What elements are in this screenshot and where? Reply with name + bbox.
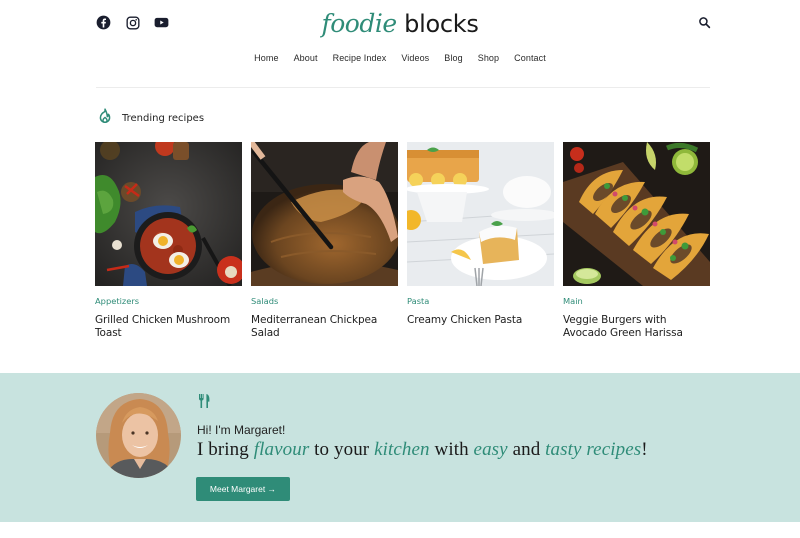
recipe-image-shakshuka[interactable] [95,142,242,286]
recipe-title[interactable]: Mediterranean Chickpea Salad [251,314,398,339]
site-header: foodie blocks Home About Recipe Index Vi… [0,0,800,88]
trending-label: Trending recipes [122,113,205,124]
recipe-category[interactable]: Appetizers [95,296,242,306]
nav-shop[interactable]: Shop [470,53,506,63]
recipe-category[interactable]: Salads [251,296,398,306]
margaret-avatar [96,393,181,478]
tagline-text: I bring [197,439,254,460]
logo-blocks: blocks [404,10,479,38]
recipe-card[interactable]: Pasta Creamy Chicken Pasta [407,142,554,339]
nav-videos[interactable]: Videos [394,53,437,63]
nav-blog[interactable]: Blog [437,53,470,63]
tagline-text: and [507,439,546,460]
about-tagline: I bring flavour to your kitchen with eas… [197,439,648,461]
nav-recipe-index[interactable]: Recipe Index [325,53,394,63]
tagline-text: with [429,439,474,460]
recipe-title[interactable]: Creamy Chicken Pasta [407,314,554,327]
recipe-title[interactable]: Grilled Chicken Mushroom Toast [95,314,242,339]
about-section: Hi! I'm Margaret! I bring flavour to you… [0,373,800,522]
tagline-text: to your [309,439,375,460]
nav-home[interactable]: Home [247,53,286,63]
recipe-title[interactable]: Veggie Burgers with Avocado Green Hariss… [563,314,710,339]
header-divider [96,87,710,88]
tagline-emphasis: easy [473,439,508,460]
nav-about[interactable]: About [286,53,325,63]
tagline-text: ! [641,439,648,460]
trending-heading: Trending recipes [98,108,204,129]
main-nav: Home About Recipe Index Videos Blog Shop… [0,53,800,63]
recipe-cards: Appetizers Grilled Chicken Mushroom Toas… [95,142,711,339]
greeting-text: Hi! I'm Margaret! [197,423,286,437]
nav-contact[interactable]: Contact [507,53,554,63]
recipe-image-tacos[interactable] [563,142,710,286]
recipe-card[interactable]: Salads Mediterranean Chickpea Salad [251,142,398,339]
recipe-card[interactable]: Main Veggie Burgers with Avocado Green H… [563,142,710,339]
fork-knife-icon [198,394,210,413]
recipe-category[interactable]: Main [563,296,710,306]
recipe-category[interactable]: Pasta [407,296,554,306]
site-logo[interactable]: foodie blocks [0,6,800,41]
tagline-emphasis: tasty recipes [545,439,642,460]
tagline-emphasis: flavour [253,439,310,460]
meet-margaret-button[interactable]: Meet Margaret → [196,477,290,501]
recipe-card[interactable]: Appetizers Grilled Chicken Mushroom Toas… [95,142,242,339]
flame-icon [98,108,112,129]
search-icon[interactable] [698,16,712,30]
recipe-image-bread[interactable] [251,142,398,286]
tagline-emphasis: kitchen [374,439,430,460]
recipe-image-lemon-cake[interactable] [407,142,554,286]
logo-foodie: foodie [321,9,397,38]
